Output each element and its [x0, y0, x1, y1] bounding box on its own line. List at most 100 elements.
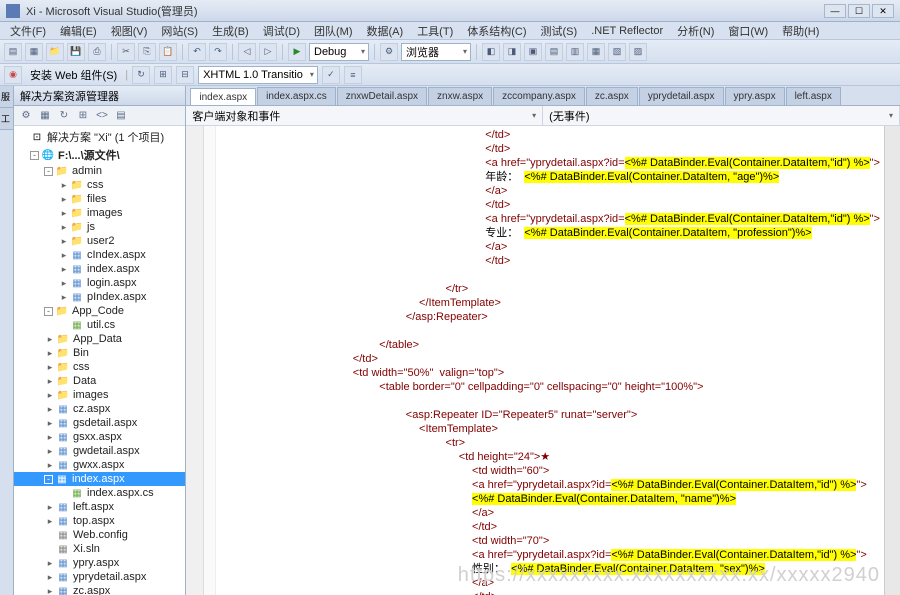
- extra-icon-5[interactable]: ▥: [566, 43, 584, 61]
- menu-build[interactable]: 生成(B): [206, 22, 255, 40]
- tab-zccompany[interactable]: zccompany.aspx: [493, 87, 585, 105]
- globe-icon[interactable]: ◉: [4, 66, 22, 84]
- tab-yprydetail[interactable]: yprydetail.aspx: [639, 87, 724, 105]
- cut-icon[interactable]: ✂: [117, 43, 135, 61]
- extra-icon-6[interactable]: ▦: [587, 43, 605, 61]
- copy-icon[interactable]: ⎘: [138, 43, 156, 61]
- tree-folder-images[interactable]: ▸📁images: [14, 206, 185, 220]
- menu-test[interactable]: 测试(S): [535, 22, 584, 40]
- tab-zc[interactable]: zc.aspx: [586, 87, 638, 105]
- solution-node[interactable]: ⊡解决方案 "Xi" (1 个项目): [14, 128, 185, 146]
- minimize-button[interactable]: —: [824, 4, 846, 18]
- tree-folder-admin[interactable]: -📁admin: [14, 164, 185, 178]
- tree-file-index[interactable]: -▦index.aspx: [14, 472, 185, 486]
- tree-folder-appdata[interactable]: ▸📁App_Data: [14, 332, 185, 346]
- tree-file-gwxx[interactable]: ▸▦gwxx.aspx: [14, 458, 185, 472]
- tool2-icon-4[interactable]: ✓: [322, 66, 340, 84]
- tree-folder-user2[interactable]: ▸📁user2: [14, 234, 185, 248]
- tool2-icon-3[interactable]: ⊟: [176, 66, 194, 84]
- view-designer-icon[interactable]: ▤: [113, 108, 129, 124]
- extra-icon-8[interactable]: ▨: [629, 43, 647, 61]
- extra-icon-4[interactable]: ▤: [545, 43, 563, 61]
- menu-data[interactable]: 数据(A): [361, 22, 410, 40]
- tab-index[interactable]: index.aspx: [190, 88, 256, 106]
- menu-edit[interactable]: 编辑(E): [54, 22, 103, 40]
- new-project-icon[interactable]: ▤: [4, 43, 22, 61]
- menu-reflector[interactable]: .NET Reflector: [585, 24, 669, 38]
- browser-combo[interactable]: 浏览器: [401, 43, 471, 61]
- solution-tree[interactable]: ⊡解决方案 "Xi" (1 个项目) -🌐F:\...\源文件\ -📁admin…: [14, 126, 185, 595]
- tree-folder-appcode[interactable]: -📁App_Code: [14, 304, 185, 318]
- maximize-button[interactable]: ☐: [848, 4, 870, 18]
- nest-icon[interactable]: ⊞: [75, 108, 91, 124]
- redo-icon[interactable]: ↷: [209, 43, 227, 61]
- extra-icon-3[interactable]: ▣: [524, 43, 542, 61]
- doctype-combo[interactable]: XHTML 1.0 Transitio: [198, 66, 318, 84]
- save-icon[interactable]: 💾: [67, 43, 85, 61]
- refresh-icon[interactable]: ↻: [56, 108, 72, 124]
- tree-folder-files[interactable]: ▸📁files: [14, 192, 185, 206]
- properties-icon[interactable]: ⚙: [18, 108, 34, 124]
- tab-indexcs[interactable]: index.aspx.cs: [257, 87, 336, 105]
- tree-file-cz[interactable]: ▸▦cz.aspx: [14, 402, 185, 416]
- show-all-icon[interactable]: ▦: [37, 108, 53, 124]
- extra-icon-1[interactable]: ◧: [482, 43, 500, 61]
- extra-icon-7[interactable]: ▧: [608, 43, 626, 61]
- tool2-icon-1[interactable]: ↻: [132, 66, 150, 84]
- tree-file-gsdetail[interactable]: ▸▦gsdetail.aspx: [14, 416, 185, 430]
- install-web-label[interactable]: 安装 Web 组件(S): [26, 67, 121, 83]
- menu-window[interactable]: 窗口(W): [722, 22, 774, 40]
- tree-folder-js[interactable]: ▸📁js: [14, 220, 185, 234]
- tab-ypry[interactable]: ypry.aspx: [725, 87, 785, 105]
- tree-file-indexcs[interactable]: ▦index.aspx.cs: [14, 486, 185, 500]
- vertical-scrollbar[interactable]: [884, 126, 900, 595]
- nav-object-combo[interactable]: 客户端对象和事件: [186, 106, 543, 125]
- sidetab-2[interactable]: 工: [0, 108, 13, 130]
- undo-icon[interactable]: ↶: [188, 43, 206, 61]
- add-item-icon[interactable]: ▦: [25, 43, 43, 61]
- tree-file-yprydetail[interactable]: ▸▦yprydetail.aspx: [14, 570, 185, 584]
- tool2-icon-5[interactable]: ≡: [344, 66, 362, 84]
- menu-arch[interactable]: 体系结构(C): [461, 22, 532, 40]
- tree-folder-images2[interactable]: ▸📁images: [14, 388, 185, 402]
- extra-icon-2[interactable]: ◨: [503, 43, 521, 61]
- tree-folder-data[interactable]: ▸📁Data: [14, 374, 185, 388]
- start-debug-icon[interactable]: ▶: [288, 43, 306, 61]
- tab-znxw[interactable]: znxw.aspx: [428, 87, 492, 105]
- menu-view[interactable]: 视图(V): [105, 22, 154, 40]
- tree-file-webconfig[interactable]: ▦Web.config: [14, 528, 185, 542]
- tree-file-login[interactable]: ▸▦login.aspx: [14, 276, 185, 290]
- sidetab-1[interactable]: 服: [0, 86, 13, 108]
- tool-icon[interactable]: ⚙: [380, 43, 398, 61]
- open-icon[interactable]: 📁: [46, 43, 64, 61]
- tree-file-ypry[interactable]: ▸▦ypry.aspx: [14, 556, 185, 570]
- tab-znxwdetail[interactable]: znxwDetail.aspx: [337, 87, 427, 105]
- nav-fwd-icon[interactable]: ▷: [259, 43, 277, 61]
- menu-help[interactable]: 帮助(H): [776, 22, 825, 40]
- menu-website[interactable]: 网站(S): [155, 22, 204, 40]
- tree-file-utilcs[interactable]: ▦util.cs: [14, 318, 185, 332]
- menu-file[interactable]: 文件(F): [4, 22, 52, 40]
- nav-event-combo[interactable]: (无事件): [543, 106, 900, 125]
- menu-debug[interactable]: 调试(D): [257, 22, 306, 40]
- tree-file-gsxx[interactable]: ▸▦gsxx.aspx: [14, 430, 185, 444]
- config-combo[interactable]: Debug: [309, 43, 369, 61]
- tab-left[interactable]: left.aspx: [786, 87, 841, 105]
- tree-file-pindex[interactable]: ▸▦pIndex.aspx: [14, 290, 185, 304]
- tree-file-indexa[interactable]: ▸▦index.aspx: [14, 262, 185, 276]
- tree-file-zc[interactable]: ▸▦zc.aspx: [14, 584, 185, 595]
- code-editor[interactable]: </td> </td> <a href="yprydetail.aspx?id=…: [216, 126, 884, 595]
- paste-icon[interactable]: 📋: [159, 43, 177, 61]
- tree-folder-bin[interactable]: ▸📁Bin: [14, 346, 185, 360]
- tree-file-xisln[interactable]: ▦Xi.sln: [14, 542, 185, 556]
- tree-folder-css[interactable]: ▸📁css: [14, 178, 185, 192]
- tree-file-top[interactable]: ▸▦top.aspx: [14, 514, 185, 528]
- tree-folder-css2[interactable]: ▸📁css: [14, 360, 185, 374]
- project-node[interactable]: -🌐F:\...\源文件\: [14, 146, 185, 164]
- tree-file-gwdetail[interactable]: ▸▦gwdetail.aspx: [14, 444, 185, 458]
- close-button[interactable]: ✕: [872, 4, 894, 18]
- view-code-icon[interactable]: <>: [94, 108, 110, 124]
- menu-analyze[interactable]: 分析(N): [671, 22, 720, 40]
- nav-back-icon[interactable]: ◁: [238, 43, 256, 61]
- tree-file-cindex[interactable]: ▸▦cIndex.aspx: [14, 248, 185, 262]
